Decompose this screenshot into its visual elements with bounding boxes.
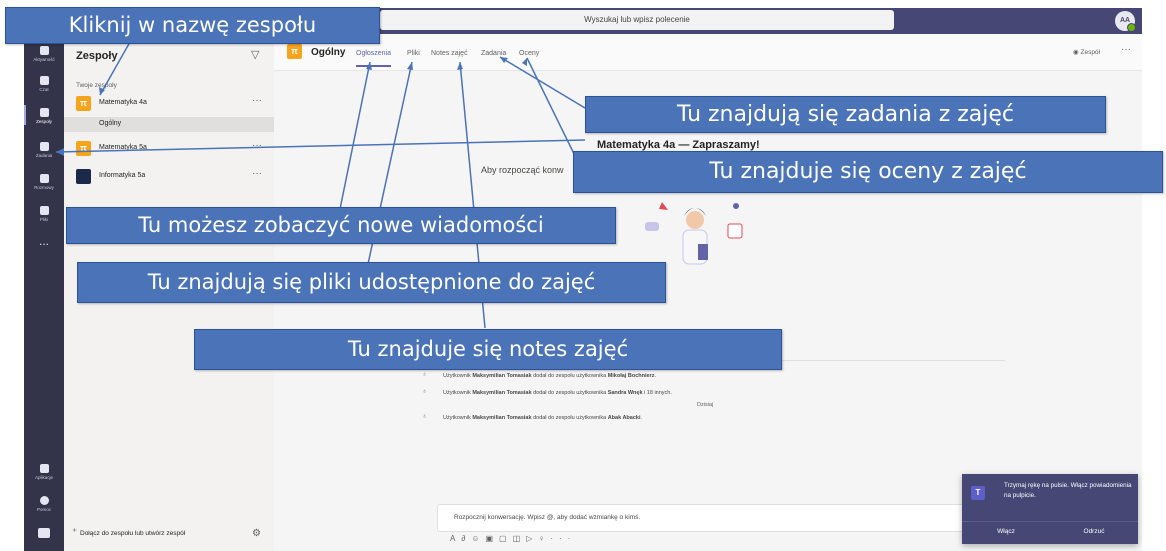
app-rail: Aktywność Czat Zespoły Zadania Rozmowy P… <box>24 34 64 551</box>
activity-message: Użytkownik Maksymilian Tomasiak dodał do… <box>443 373 656 379</box>
section-label: Twoje zespoły <box>76 82 117 89</box>
team-row-matematyka-5a[interactable]: π Matematyka 5a ··· <box>64 138 274 160</box>
date-separator: Dzisiaj <box>697 402 714 408</box>
apps-icon <box>39 464 49 473</box>
tab-posts[interactable]: Ogłoszenia <box>356 50 392 67</box>
compose-toolbar: A∂☺▣▢◫▷♀··· <box>450 534 576 543</box>
notification-toast: T Trzymaj rękę na pulsie. Włącz powiadom… <box>962 474 1138 544</box>
rail-label-help: Pomoc <box>36 507 51 512</box>
rail-item-calls[interactable]: Rozmowy <box>24 174 64 190</box>
rail-label-assignments: Zadania <box>35 153 53 158</box>
rail-label-calls: Rozmowy <box>34 185 54 190</box>
search-input[interactable]: Wyszukaj lub wpisz polecenie <box>380 10 894 30</box>
team-name: Matematyka 4a <box>99 99 147 106</box>
tab-files[interactable]: Pliki <box>407 50 420 57</box>
team-name: Informatyka 5a <box>99 172 146 179</box>
start-conversation-text: Aby rozpocząć konw <box>481 165 564 175</box>
tab-class-notebook[interactable]: Notes zajęć <box>431 50 468 57</box>
channel-team-tile: π <box>287 44 302 59</box>
avatar[interactable]: AA <box>1115 11 1136 32</box>
user-added-icon: ♁ <box>422 388 428 395</box>
callout-click-team: Kliknij w nazwę zespołu <box>5 7 380 44</box>
rail-item-teams[interactable]: Zespoły <box>24 105 64 125</box>
callout-new-messages: Tu możesz zobaczyć nowe wiadomości <box>66 207 616 244</box>
team-row-informatyka-5a[interactable]: Informatyka 5a ··· <box>64 166 274 188</box>
teams-icon <box>39 108 49 117</box>
meet-icon[interactable]: ◫ <box>513 534 527 543</box>
rail-label-files: Pliki <box>39 217 49 222</box>
phone-icon <box>39 174 49 183</box>
more-options-icon[interactable]: ··· <box>550 534 576 543</box>
activity-message: Użytkownik Maksymilian Tomasiak dodał do… <box>443 390 672 396</box>
emoji-icon[interactable]: ☺ <box>471 534 485 543</box>
callout-notes: Tu znajduje się notes zajęć <box>194 329 782 370</box>
bell-icon <box>39 46 49 55</box>
toast-actions: Włącz Odrzuć <box>962 521 1138 545</box>
monitor-icon <box>38 528 50 538</box>
rail-item-help[interactable]: Pomoc <box>24 496 64 512</box>
rail-item-files[interactable]: Pliki <box>24 206 64 222</box>
rail-label-apps: Aplikacje <box>34 475 53 480</box>
attach-icon[interactable]: ∂ <box>461 534 471 543</box>
callout-grades: Tu znajduje się oceny z zajęć <box>573 151 1163 193</box>
tab-assignments[interactable]: Zadania <box>481 50 506 57</box>
channel-header <box>274 34 1142 71</box>
panel-title: Zespoły <box>76 50 118 62</box>
team-tile <box>76 169 91 184</box>
dismiss-button[interactable]: Odrzuć <box>1050 528 1138 535</box>
header-more-button[interactable]: ··· <box>1121 44 1131 55</box>
rail-label-teams: Zespoły <box>36 119 52 124</box>
callout-assignments: Tu znajdują się zadania z zajęć <box>585 96 1106 133</box>
rail-label-chat: Czat <box>39 87 49 92</box>
welcome-title: Matematyka 4a — Zapraszamy! <box>597 139 760 151</box>
rail-more-button[interactable]: ... <box>24 234 64 248</box>
compose-box[interactable]: Rozpocznij konwersację. Wpisz @, aby dod… <box>437 504 979 532</box>
team-tile: π <box>76 141 91 156</box>
toast-message: Trzymaj rękę na pulsie. Włącz powiadomie… <box>1004 482 1132 499</box>
activity-message: Użytkownik Maksymilian Tomasiak dodał do… <box>443 415 643 421</box>
team-button[interactable]: ◉ Zespół <box>1073 48 1100 56</box>
team-button-label: Zespół <box>1080 49 1100 56</box>
enable-notifications-button[interactable]: Włącz <box>962 528 1050 535</box>
channel-label: Ogólny <box>99 120 122 127</box>
team-tile: π <box>76 96 91 111</box>
filter-icon[interactable]: ▽ <box>251 48 259 61</box>
tab-grades[interactable]: Oceny <box>519 50 539 57</box>
help-icon <box>39 496 49 505</box>
assignments-icon <box>39 142 49 151</box>
team-name: Matematyka 5a <box>99 144 147 151</box>
gear-icon[interactable]: ⚙ <box>252 528 261 539</box>
rail-label-activity: Aktywność <box>33 57 55 62</box>
teams-logo-icon: T <box>971 486 985 500</box>
rail-item-activity[interactable]: Aktywność <box>24 46 64 62</box>
file-icon <box>39 206 49 215</box>
join-team-link[interactable]: Dołącz do zespołu lub utwórz zespół <box>80 530 185 537</box>
welcome-illustration <box>645 202 743 265</box>
sticker-icon[interactable]: ▢ <box>499 534 513 543</box>
channel-item-general[interactable]: Ogólny <box>64 117 274 132</box>
format-icon[interactable]: A <box>450 534 461 543</box>
rail-item-assignments[interactable]: Zadania <box>24 142 64 158</box>
chat-icon <box>39 76 49 85</box>
callout-files: Tu znajdują się pliki udostępnione do za… <box>77 262 666 303</box>
status-dot <box>1127 23 1136 32</box>
send-arrow-icon[interactable]: ▷ <box>526 534 538 543</box>
rail-item-chat[interactable]: Czat <box>24 76 64 92</box>
add-person-icon: ⁺ <box>72 527 78 538</box>
bulb-icon[interactable]: ♀ <box>538 534 550 543</box>
team-more-button[interactable]: ··· <box>252 140 262 151</box>
team-more-button[interactable]: ··· <box>252 95 262 106</box>
user-added-icon: ♁ <box>422 413 428 420</box>
compose-placeholder: Rozpocznij konwersację. Wpisz @, aby dod… <box>454 514 641 521</box>
team-row-matematyka-4a[interactable]: π Matematyka 4a ··· <box>64 93 274 115</box>
download-app-button[interactable] <box>24 528 64 540</box>
gif-icon[interactable]: ▣ <box>485 534 499 543</box>
team-more-button[interactable]: ··· <box>252 168 262 179</box>
rail-item-apps[interactable]: Aplikacje <box>24 464 64 480</box>
channel-name: Ogólny <box>311 47 346 58</box>
user-added-icon: ♁ <box>422 371 428 378</box>
